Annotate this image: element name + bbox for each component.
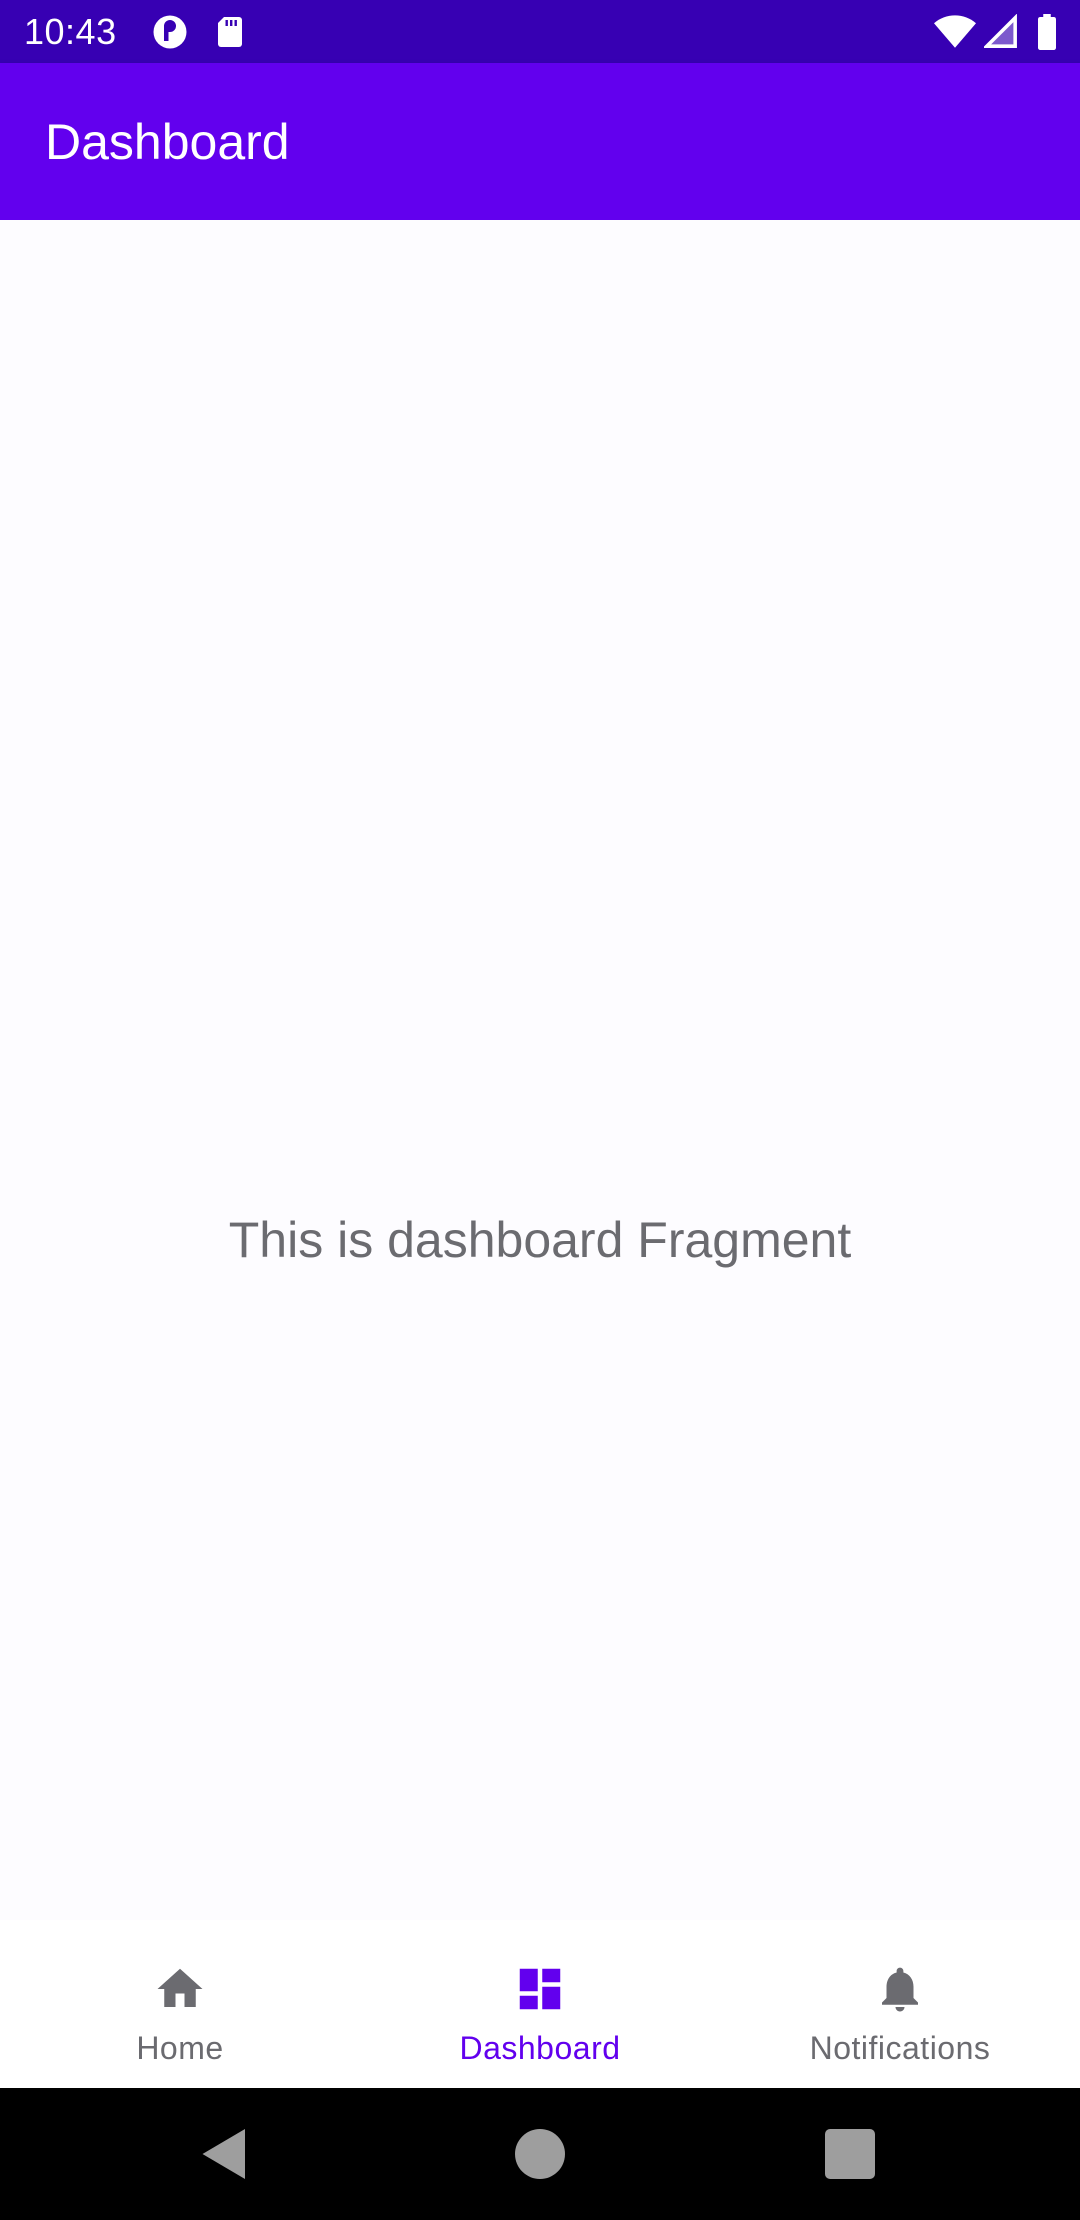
cellular-signal-icon (984, 14, 1017, 48)
dashboard-icon (519, 1968, 561, 2010)
back-icon[interactable] (195, 2124, 255, 2184)
nav-label-dashboard: Dashboard (459, 2030, 621, 2066)
nav-label-home: Home (136, 2030, 224, 2066)
screen: 10:43 Dashboard This is dashboard Fragme (0, 0, 1080, 2220)
battery-icon (1038, 14, 1056, 50)
fragment-message: This is dashboard Fragment (228, 1212, 852, 1268)
home-icon (157, 1968, 203, 2007)
nav-item-dashboard[interactable]: Dashboard (360, 1920, 720, 2088)
nav-label-notifications: Notifications (809, 2030, 991, 2066)
status-bar: 10:43 (0, 0, 1080, 63)
wifi-icon (934, 15, 976, 48)
page-title: Dashboard (45, 114, 290, 170)
status-time: 10:43 (24, 11, 117, 52)
app-bar: Dashboard (0, 63, 1080, 220)
recents-icon[interactable] (820, 2124, 880, 2184)
fragment-content: This is dashboard Fragment (0, 220, 1080, 1920)
bell-icon (882, 1967, 918, 2012)
nav-item-notifications[interactable]: Notifications (720, 1920, 1080, 2088)
system-navigation-bar (0, 2088, 1080, 2220)
bottom-navigation: Home Dashboard Notifications (0, 1920, 1080, 2088)
sd-card-icon (218, 17, 242, 47)
home-circle-icon[interactable] (510, 2124, 570, 2184)
pocket-casts-icon (153, 15, 187, 49)
nav-item-home[interactable]: Home (0, 1920, 360, 2088)
